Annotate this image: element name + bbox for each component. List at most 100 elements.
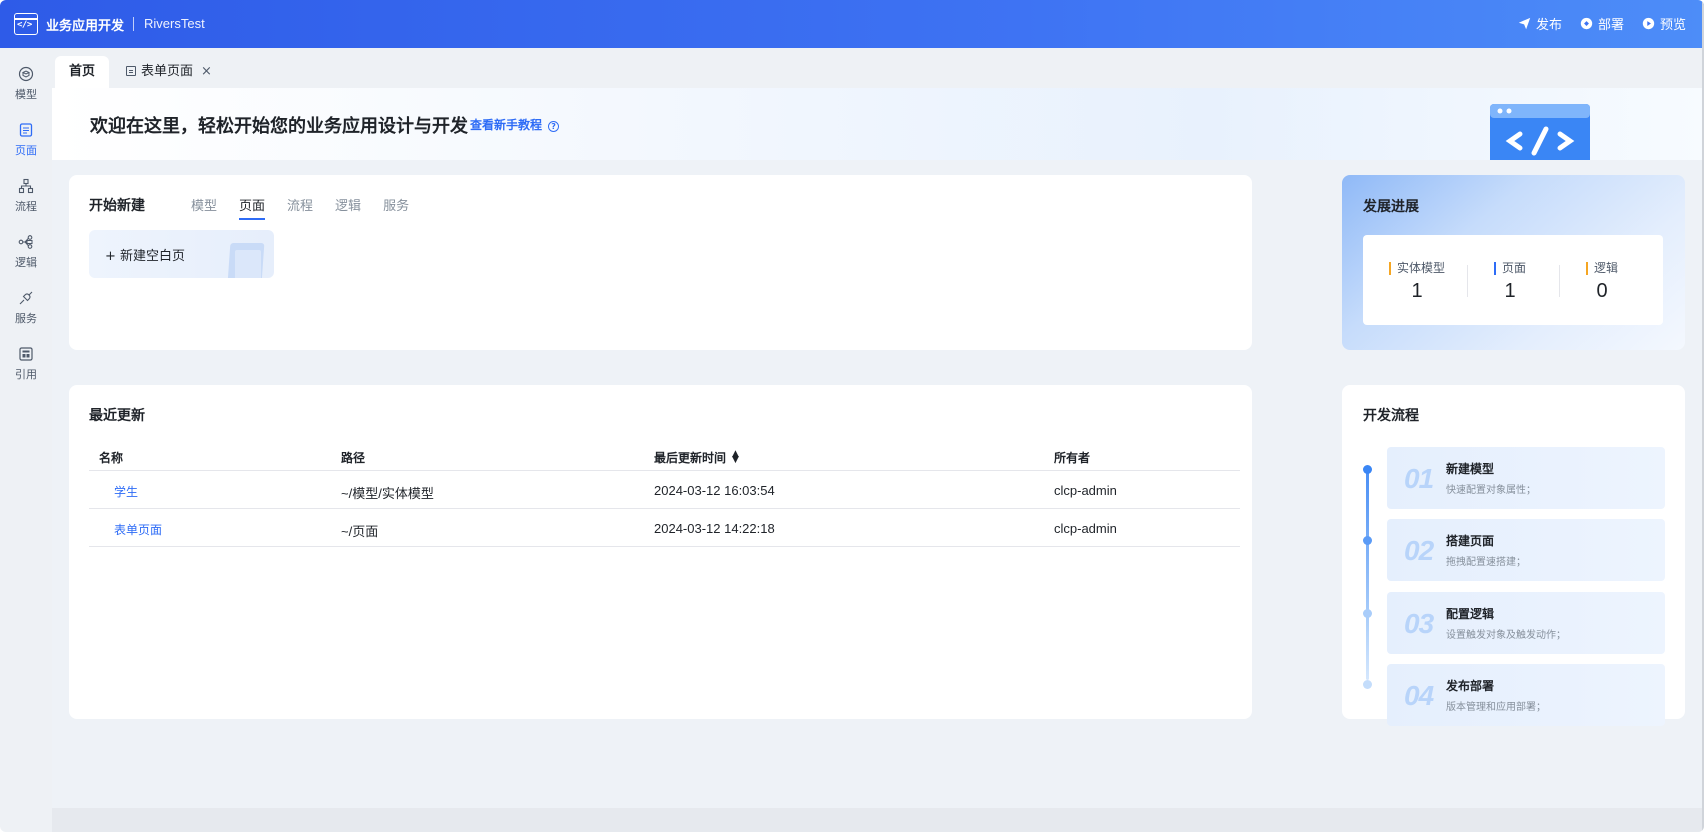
left-nav: 模型 页面 流程 逻辑 服务 引用 xyxy=(0,48,52,832)
bottom-strip xyxy=(52,808,1704,832)
step-number: 04 xyxy=(1404,680,1434,711)
column-header-path: 路径 xyxy=(341,451,366,465)
deploy-icon xyxy=(1580,17,1593,30)
help-icon: ? xyxy=(548,121,560,132)
step-number: 02 xyxy=(1404,535,1434,566)
create-tab-flow[interactable]: 流程 xyxy=(287,195,313,220)
service-icon xyxy=(19,291,33,305)
publish-label: 发布 xyxy=(1535,18,1562,33)
timeline-dot xyxy=(1363,609,1372,618)
recent-updates-card: 最近更新 名称 路径 最后更新时间 ▲ ▼ 所有者 学生 ~/模型/实体模型 202… xyxy=(69,385,1252,719)
nav-item-flow[interactable]: 流程 xyxy=(0,178,52,224)
step-desc: 版本管理和应用部署； xyxy=(1446,702,1546,713)
flow-step-build-page[interactable]: 02 搭建页面 拖拽配置速搭建； xyxy=(1387,519,1665,581)
banner-title: 欢迎在这里，轻松开始您的业务应用设计与开发 xyxy=(90,116,468,137)
stats-box: 实体模型 1 页面 1 逻辑 0 xyxy=(1363,235,1663,325)
flow-timeline xyxy=(1366,470,1369,680)
stat-logic: 逻辑 0 xyxy=(1557,257,1647,303)
deploy-button[interactable]: 部署 xyxy=(1580,14,1624,33)
flow-step-config-logic[interactable]: 03 配置逻辑 设置触发对象及触发动作； xyxy=(1387,592,1665,654)
stat-value: 1 xyxy=(1504,280,1516,302)
top-bar: </> 业务应用开发 RiversTest 发布 部署 预览 xyxy=(0,0,1704,48)
nav-item-label: 流程 xyxy=(15,200,37,213)
progress-card: 发展进展 实体模型 1 页面 1 逻辑 0 xyxy=(1342,175,1685,350)
app-logo-icon[interactable]: </> xyxy=(14,13,38,35)
stat-entity-model: 实体模型 1 xyxy=(1372,257,1462,303)
title-divider xyxy=(133,17,134,31)
deploy-label: 部署 xyxy=(1597,18,1624,33)
progress-title: 发展进展 xyxy=(1363,199,1419,215)
play-icon xyxy=(1642,17,1655,30)
table-row: 学生 ~/模型/实体模型 2024-03-12 16:03:54 clcp-ad… xyxy=(89,471,1240,509)
create-type-tabs: 模型 页面 流程 逻辑 服务 xyxy=(191,195,409,220)
new-blank-page-button[interactable]: + 新建空白页 xyxy=(89,230,274,278)
tab-home[interactable]: 首页 xyxy=(55,56,110,88)
create-tab-model[interactable]: 模型 xyxy=(191,195,217,220)
timeline-dot xyxy=(1363,536,1372,545)
logic-icon xyxy=(18,235,33,249)
app-frame: </> 业务应用开发 RiversTest 发布 部署 预览 模型 页面 流程 … xyxy=(0,0,1704,832)
reference-icon xyxy=(19,347,33,361)
nav-item-page[interactable]: 页面 xyxy=(0,122,52,168)
page-icon xyxy=(126,66,136,76)
plus-icon: + xyxy=(105,249,121,264)
column-header-name: 名称 xyxy=(99,451,124,465)
tab-form-page[interactable]: 表单页面 × xyxy=(112,56,226,88)
nav-item-logic[interactable]: 逻辑 xyxy=(0,234,52,280)
preview-label: 预览 xyxy=(1659,18,1686,33)
send-icon xyxy=(1518,17,1531,30)
new-blank-page-label: + 新建空白页 xyxy=(105,245,185,264)
stat-name: 页面 xyxy=(1493,262,1526,275)
top-actions: 发布 部署 预览 xyxy=(1518,14,1686,33)
step-title: 新建模型 xyxy=(1446,462,1495,476)
tutorial-link[interactable]: 查看新手教程? xyxy=(470,116,560,133)
stat-page: 页面 1 xyxy=(1465,257,1555,303)
stat-name: 实体模型 xyxy=(1388,262,1445,275)
nav-item-label: 页面 xyxy=(15,144,37,157)
flow-icon xyxy=(18,178,34,194)
timeline-dot xyxy=(1363,680,1372,689)
flow-step-create-model[interactable]: 01 新建模型 快速配置对象属性； xyxy=(1387,447,1665,509)
sort-icon[interactable]: ▲ ▼ xyxy=(732,450,739,465)
step-number: 01 xyxy=(1404,463,1434,494)
tab-label: 首页 xyxy=(69,64,96,79)
step-title: 发布部署 xyxy=(1446,679,1495,693)
page-illustration-inner xyxy=(235,250,261,278)
table-header: 名称 路径 最后更新时间 ▲ ▼ 所有者 xyxy=(89,443,1240,471)
dev-flow-title: 开发流程 xyxy=(1363,408,1419,424)
column-header-updated-label: 最后更新时间 xyxy=(654,451,727,465)
start-new-title: 开始新建 xyxy=(89,198,145,214)
create-tab-service[interactable]: 服务 xyxy=(383,195,409,220)
column-header-updated[interactable]: 最后更新时间 ▲ ▼ xyxy=(654,449,739,466)
new-blank-page-text: 新建空白页 xyxy=(120,249,186,264)
timeline-dot xyxy=(1363,465,1372,474)
row-name-link[interactable]: 学生 xyxy=(114,483,138,500)
nav-item-label: 服务 xyxy=(15,312,37,325)
stat-value: 1 xyxy=(1411,280,1423,302)
nav-item-model[interactable]: 模型 xyxy=(0,66,52,112)
step-desc: 快速配置对象属性； xyxy=(1446,485,1536,496)
publish-button[interactable]: 发布 xyxy=(1518,14,1562,33)
dev-flow-card: 开发流程 01 新建模型 快速配置对象属性； 02 搭建页面 拖拽配置速搭建； … xyxy=(1342,385,1685,726)
recent-updates-title: 最近更新 xyxy=(89,408,145,424)
preview-button[interactable]: 预览 xyxy=(1642,14,1686,33)
row-path: ~/模型/实体模型 xyxy=(341,486,434,501)
create-tab-page[interactable]: 页面 xyxy=(239,195,266,220)
row-name-link[interactable]: 表单页面 xyxy=(114,521,162,538)
tab-label: 表单页面 xyxy=(141,64,194,79)
project-name: RiversTest xyxy=(144,16,205,31)
step-number: 03 xyxy=(1404,608,1434,639)
nav-item-label: 引用 xyxy=(15,368,37,381)
close-icon[interactable]: × xyxy=(201,64,212,79)
model-icon xyxy=(18,66,34,82)
step-desc: 设置触发对象及触发动作； xyxy=(1446,630,1566,641)
nav-item-service[interactable]: 服务 xyxy=(0,290,52,336)
create-tab-logic[interactable]: 逻辑 xyxy=(335,195,361,220)
nav-item-reference[interactable]: 引用 xyxy=(0,346,52,392)
nav-item-label: 逻辑 xyxy=(15,256,37,269)
step-desc: 拖拽配置速搭建； xyxy=(1446,557,1526,568)
flow-step-publish-deploy[interactable]: 04 发布部署 版本管理和应用部署； xyxy=(1387,664,1665,726)
column-header-owner: 所有者 xyxy=(1054,451,1091,465)
nav-item-label: 模型 xyxy=(15,88,37,101)
tutorial-link-label: 查看新手教程 xyxy=(470,118,543,132)
